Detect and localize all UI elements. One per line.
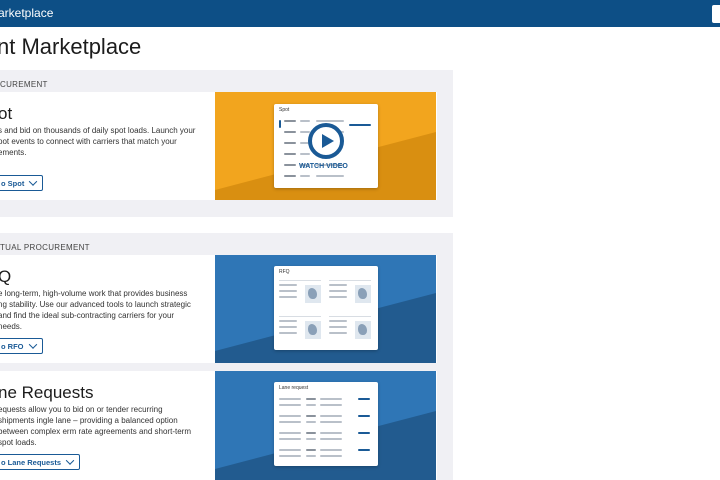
mock-bar [320, 404, 342, 406]
mock-bar [306, 398, 316, 400]
watch-video-label[interactable]: WATCH VIDEO [299, 163, 348, 170]
mock-bar [306, 449, 316, 451]
mock-bar [279, 120, 281, 128]
mock-bar [284, 131, 296, 133]
play-icon[interactable] [308, 123, 344, 159]
mock-bar [358, 432, 370, 434]
rfq-preview-image: RFQ [215, 255, 436, 363]
mock-bar [279, 404, 301, 406]
mock-bar [320, 432, 342, 434]
go-to-rfq-button[interactable]: o RFO [0, 338, 43, 354]
mock-bar [284, 175, 296, 177]
mock-bar [329, 290, 347, 292]
map-icon [305, 321, 321, 339]
mock-bar [320, 415, 342, 417]
map-icon [355, 321, 371, 339]
section-label: TUAL PROCUREMENT [0, 243, 90, 252]
top-nav-bar: arketplace [0, 0, 720, 27]
mock-bar [358, 398, 370, 400]
lane-request-preview-image: Lane request [215, 371, 436, 480]
map-icon [305, 285, 321, 303]
mock-title: Spot [279, 107, 290, 113]
mock-bar [320, 438, 342, 440]
mock-bar [306, 438, 316, 440]
mock-bar [349, 124, 371, 126]
mock-bar [300, 131, 310, 133]
mock-bar [306, 415, 316, 417]
mock-bar [279, 455, 301, 457]
mock-bar [300, 120, 310, 122]
mock-bar [329, 332, 347, 334]
mock-bar [279, 432, 301, 434]
mock-bar [320, 421, 342, 423]
button-label: o Lane Requests [1, 457, 62, 467]
card-title: Q [0, 267, 12, 286]
mock-card [329, 280, 371, 308]
chevron-down-icon [29, 177, 38, 186]
mock-bar [306, 455, 316, 457]
button-label: o RFO [1, 341, 24, 351]
play-triangle [322, 134, 334, 148]
map-icon [355, 285, 371, 303]
mock-title: Lane request [279, 385, 309, 391]
rfq-card: Q e long-term, high-volume work that pro… [0, 255, 437, 363]
account-button[interactable] [712, 5, 720, 23]
mock-bar [279, 326, 297, 328]
mock-bar [329, 284, 347, 286]
mock-bar [279, 438, 301, 440]
section-spot-procurement: CUREMENT ot s and bid on thousands of da… [0, 70, 453, 217]
mock-bar [279, 449, 301, 451]
section-contractual-procurement: TUAL PROCUREMENT Q e long-term, high-vol… [0, 233, 453, 480]
go-to-lane-requests-button[interactable]: o Lane Requests [0, 454, 81, 470]
mock-card [279, 316, 321, 344]
chevron-down-icon [28, 340, 37, 349]
mock-screen: RFQ [274, 266, 378, 350]
lane-requests-card: ne Requests equests allow you to bid on … [0, 371, 437, 480]
section-label: CUREMENT [0, 80, 48, 89]
mock-bar [279, 284, 297, 286]
mock-bar [279, 290, 297, 292]
chevron-down-icon [65, 456, 75, 465]
card-description: s and bid on thousands of daily spot loa… [0, 126, 196, 157]
mock-bar [358, 449, 370, 451]
mock-card [279, 280, 321, 308]
mock-title: RFQ [279, 269, 290, 275]
card-title: ne Requests [0, 383, 94, 402]
mock-bar [320, 455, 342, 457]
card-description: e long-term, high-volume work that provi… [0, 289, 191, 331]
mock-bar [316, 175, 344, 177]
mock-bar [358, 415, 370, 417]
mock-bar [329, 296, 347, 298]
card-title: ot [0, 104, 13, 123]
mock-bar [284, 120, 296, 122]
card-description: equests allow you to bid on or tender re… [0, 405, 191, 447]
mock-bar [279, 296, 297, 298]
mock-bar [279, 320, 297, 322]
watch-video-thumbnail[interactable]: Spot WATCH VIDEO [215, 92, 436, 200]
mock-bar [284, 164, 296, 166]
mock-bar [316, 120, 344, 122]
button-label: o Spot [1, 178, 25, 188]
mock-bar [320, 449, 342, 451]
mock-bar [306, 432, 316, 434]
mock-bar [300, 153, 310, 155]
mock-screen: Lane request [274, 382, 378, 466]
mock-bar [320, 398, 342, 400]
page-title: nt Marketplace [0, 34, 142, 59]
mock-bar [329, 320, 347, 322]
go-to-spot-button[interactable]: o Spot [0, 175, 44, 191]
mock-bar [284, 153, 296, 155]
mock-bar [306, 404, 316, 406]
mock-bar [284, 142, 296, 144]
mock-bar [279, 332, 297, 334]
brand-title[interactable]: arketplace [0, 6, 53, 20]
mock-bar [300, 175, 310, 177]
mock-bar [279, 415, 301, 417]
spot-card: ot s and bid on thousands of daily spot … [0, 92, 437, 200]
mock-card [329, 316, 371, 344]
mock-bar [306, 421, 316, 423]
mock-bar [329, 326, 347, 328]
mock-bar [279, 398, 301, 400]
mock-bar [279, 421, 301, 423]
